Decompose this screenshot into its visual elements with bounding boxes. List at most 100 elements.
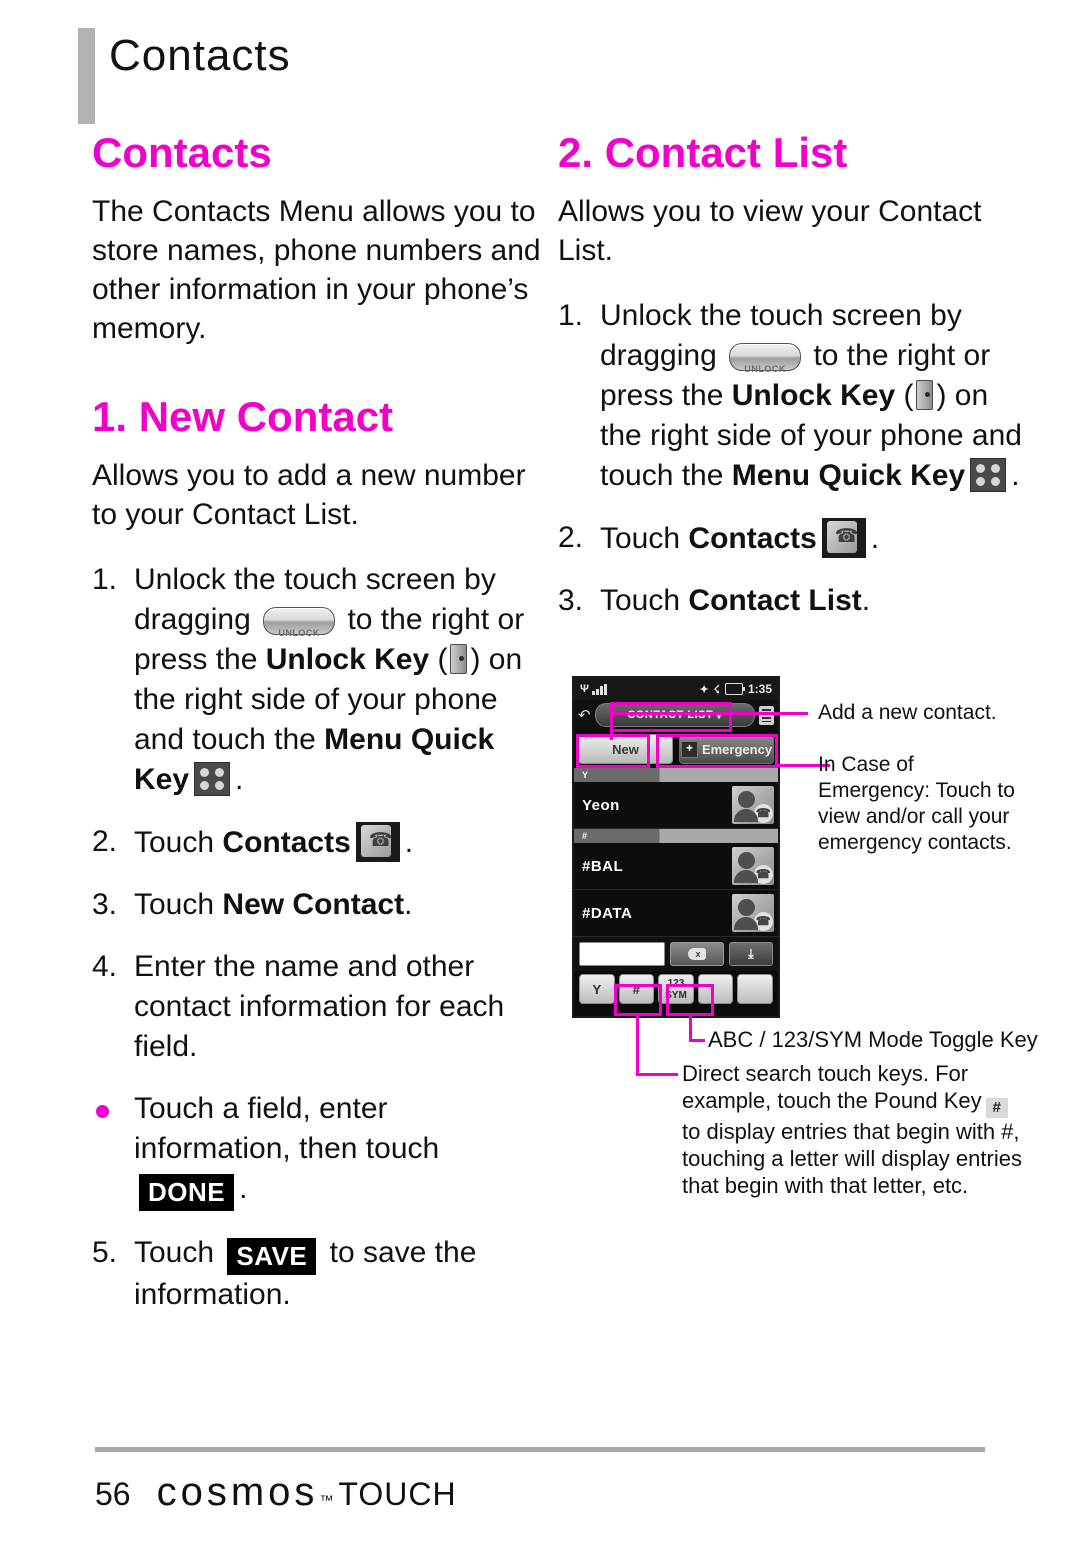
step-text: Enter the name and other contact informa…: [134, 950, 505, 1063]
callout-direct-text-a: Direct search touch keys. For example, t…: [682, 1061, 982, 1113]
contacts-label: Contacts: [222, 826, 351, 859]
leader-line-add-new: [610, 714, 613, 740]
section-heading-contact-list: 2. Contact List: [558, 129, 848, 176]
backspace-button[interactable]: x: [670, 942, 724, 966]
quick-key-pound[interactable]: #: [618, 974, 655, 1004]
contact-name: #BAL: [582, 857, 624, 875]
leader-line-pound-h: [636, 1073, 678, 1076]
emergency-button[interactable]: + Emergency: [679, 734, 774, 764]
step-number: 5.: [92, 1236, 118, 1269]
quick-key-y[interactable]: Y: [579, 974, 615, 1004]
callout-add-new-contact: Add a new contact.: [818, 701, 997, 724]
step-text: Touch: [134, 888, 215, 921]
trademark-symbol: ™: [319, 1492, 336, 1508]
step-3-touch-new-contact: 3. Touch New Contact.: [92, 885, 552, 925]
step-number: 3.: [558, 584, 584, 617]
step-3-touch-contact-list: 3. Touch Contact List.: [558, 581, 1028, 621]
new-contact-button[interactable]: New: [578, 734, 673, 764]
intro-paragraph: The Contacts Menu allows you to store na…: [92, 195, 541, 345]
step-text: Touch: [134, 1236, 215, 1269]
options-menu-icon[interactable]: [759, 705, 774, 725]
battery-icon: [724, 683, 745, 695]
signal-bars-icon: [591, 683, 607, 695]
page-footer: 56 cosmos ™ TOUCH: [95, 1470, 457, 1515]
plus-icon: +: [680, 740, 698, 758]
location-icon: ✦: [699, 683, 709, 696]
step-period: .: [235, 763, 244, 796]
step-number: 1.: [92, 563, 118, 596]
contact-row[interactable]: #DATA ☎: [574, 890, 778, 937]
leader-line-pound-v: [636, 1014, 639, 1076]
leader-line-add-new-h: [610, 712, 808, 715]
contact-list-label: Contact List: [688, 584, 862, 617]
brand-name: cosmos: [156, 1470, 319, 1514]
step-text: Touch: [600, 584, 681, 617]
manual-page: Contacts Contacts The Contacts Menu allo…: [0, 0, 1080, 1552]
back-arrow-icon[interactable]: ↶: [578, 708, 591, 723]
unlock-key-icon: [916, 380, 934, 410]
contact-list-description: Allows you to view your Contact List.: [558, 195, 982, 267]
status-left-icons: Ψ: [580, 683, 607, 695]
backspace-icon: x: [688, 948, 706, 960]
running-head-title: Contacts: [109, 31, 291, 80]
group-header-y: Y: [574, 768, 778, 782]
search-input[interactable]: [579, 942, 665, 966]
callout-mode-toggle: ABC / 123/SYM Mode Toggle Key: [708, 1027, 1038, 1052]
phone-quick-keys: Y # 123 SYM: [574, 971, 778, 1010]
done-button-graphic: DONE: [139, 1174, 235, 1211]
contact-name: #DATA: [582, 904, 633, 922]
contact-row[interactable]: Yeon ☎: [574, 782, 778, 829]
screen-title-dropdown[interactable]: CONTACT LIST ▾: [594, 703, 755, 727]
bullet-period: .: [239, 1172, 248, 1205]
quick-key-blank-2[interactable]: [737, 974, 773, 1004]
contact-row[interactable]: #BAL ☎: [574, 843, 778, 890]
step-number: 1.: [558, 299, 584, 332]
menu-quick-key-label: Menu Quick Key: [731, 459, 966, 492]
brand-logo: cosmos ™ TOUCH: [157, 1470, 457, 1515]
step-period: .: [404, 888, 413, 921]
emergency-button-label: Emergency: [701, 741, 773, 757]
quick-key-blank-1[interactable]: [697, 974, 734, 1004]
callout-direct-search: Direct search touch keys. For example, t…: [682, 1060, 1022, 1199]
step-2-touch-contacts: 2. Touch Contacts ☎.: [558, 518, 1028, 559]
step-number: 4.: [92, 950, 118, 983]
mode-toggle-top: 123: [667, 977, 685, 989]
step-text: Touch: [600, 522, 681, 555]
pound-key-icon: #: [985, 1098, 1008, 1118]
bullet-dot-icon: [96, 1105, 109, 1118]
step-period: .: [1011, 459, 1020, 492]
unlock-slider-icon: [729, 343, 802, 389]
step-number: 2.: [558, 521, 584, 554]
step-4-enter-name: 4. Enter the name and other contact info…: [92, 947, 552, 1067]
save-button-graphic: SAVE: [227, 1238, 317, 1275]
step-text: Touch: [134, 826, 215, 859]
contact-avatar-icon: ☎: [732, 786, 774, 824]
figure-contact-list-screen: Ψ ✦ ☇ 1:35 ↶ CONTACT LIST ▾ New + Emerge…: [572, 676, 1038, 1198]
menu-quick-key-icon: [194, 762, 231, 796]
bullet-touch-field: Touch a field, enter information, then t…: [92, 1089, 552, 1211]
callout-emergency: In Case of Emergency: Touch to view and/…: [818, 753, 1015, 854]
contact-name: Yeon: [582, 796, 620, 814]
unlock-slider-icon: [263, 607, 336, 653]
phone-title-bar: ↶ CONTACT LIST ▾: [574, 700, 778, 730]
hide-keypad-button[interactable]: ⤓: [729, 942, 773, 966]
page-number: 56: [95, 1476, 131, 1512]
group-header-pound: #: [574, 829, 778, 843]
phone-search-row: x ⤓: [574, 937, 778, 971]
leader-line-sym-h: [689, 1039, 705, 1042]
mode-toggle-key[interactable]: 123 SYM: [658, 974, 694, 1004]
unlock-key-icon: [450, 644, 468, 674]
callout-direct-text-b: to display entries that begin with #, to…: [682, 1119, 1022, 1198]
step-period: .: [861, 584, 871, 617]
phone-status-bar: Ψ ✦ ☇ 1:35: [574, 678, 778, 700]
step-number: 3.: [92, 888, 118, 921]
leader-line-sym-v: [689, 1014, 692, 1042]
step-number: 2.: [92, 825, 118, 858]
step-period: .: [870, 522, 880, 555]
status-clock: 1:35: [747, 682, 772, 696]
mode-toggle-bottom: SYM: [665, 989, 687, 1001]
running-head-accent-bar: [78, 28, 95, 124]
new-contact-label: New Contact: [222, 888, 405, 921]
contact-avatar-icon: ☎: [732, 894, 774, 932]
menu-quick-key-icon: [970, 458, 1007, 492]
